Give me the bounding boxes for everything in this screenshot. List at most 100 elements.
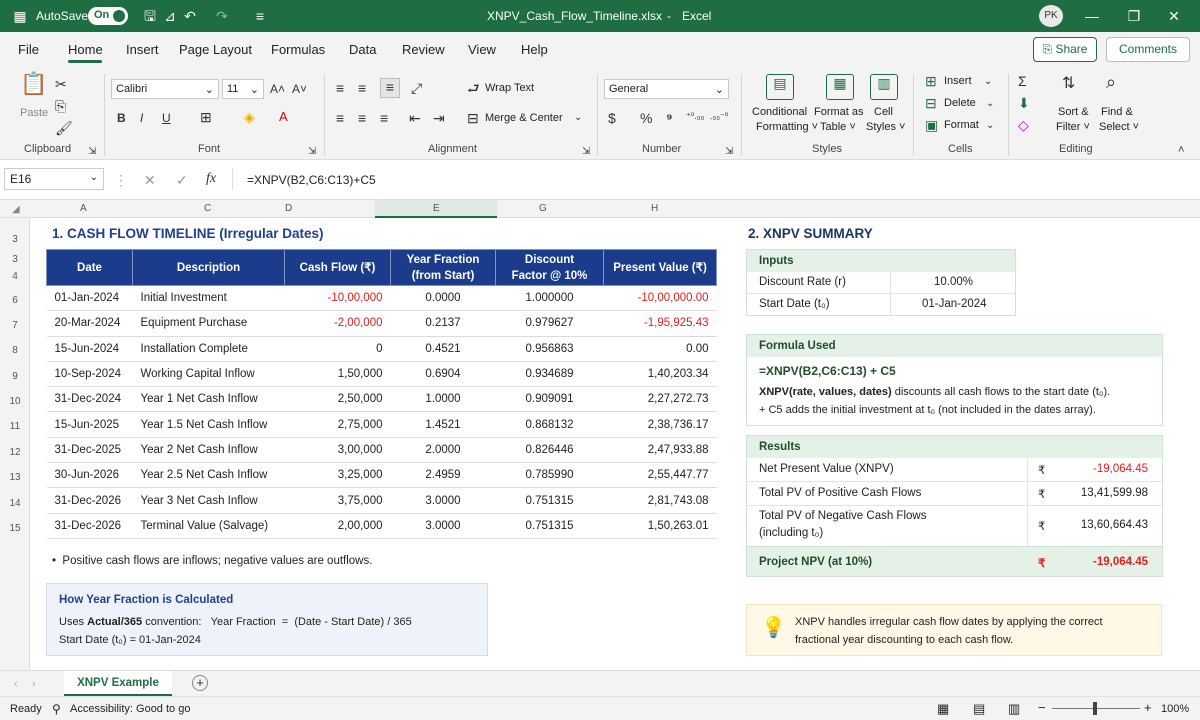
row-header[interactable]: 6 xyxy=(0,295,30,306)
sort-filter-icon[interactable]: ⇅ xyxy=(1062,76,1075,92)
project-npv-value[interactable]: -19,064.45 xyxy=(1093,556,1148,568)
touch-mode-icon[interactable]: ⊿ xyxy=(162,8,178,24)
cell-description[interactable]: Installation Complete xyxy=(132,336,285,362)
cell-year-fraction[interactable]: 2.4959 xyxy=(390,462,496,489)
cell-present-value[interactable]: 2,47,933.88 xyxy=(603,437,717,464)
chevron-down-icon[interactable]: ⌄ xyxy=(984,74,992,90)
cell-date[interactable]: 15-Jun-2024 xyxy=(46,336,133,362)
column-header[interactable]: D xyxy=(285,203,292,214)
dialog-launcher-icon[interactable]: ⇲ xyxy=(308,144,316,160)
cell-description[interactable]: Year 3 Net Cash Inflow xyxy=(132,487,285,514)
font-color-icon[interactable]: A xyxy=(279,109,288,125)
cell-date[interactable]: 10-Sep-2024 xyxy=(46,361,133,388)
cell-cash-flow[interactable]: -10,00,000 xyxy=(284,285,391,312)
close-icon[interactable]: ✕ xyxy=(1164,6,1184,26)
copy-icon[interactable]: ⎘ xyxy=(55,98,66,114)
find-select-label-2[interactable]: Select ˅ xyxy=(1099,121,1139,133)
cell-year-fraction[interactable]: 1.4521 xyxy=(390,411,496,438)
font-size-select[interactable]: 11 ⌄ xyxy=(222,79,264,99)
negative-pv-value[interactable]: 13,60,664.43 xyxy=(1081,519,1148,531)
column-header[interactable]: C xyxy=(204,203,211,214)
normal-view-icon[interactable]: ▦ xyxy=(937,701,949,717)
percent-icon[interactable]: % xyxy=(640,110,652,126)
cut-icon[interactable]: ✂ xyxy=(55,76,67,92)
positive-pv-value[interactable]: 13,41,599.98 xyxy=(1081,487,1148,499)
clear-icon[interactable]: ◇ xyxy=(1018,117,1029,133)
delete-cells-button[interactable]: Delete xyxy=(944,97,976,109)
find-select-label-1[interactable]: Find & xyxy=(1101,106,1133,118)
menu-formulas[interactable]: Formulas xyxy=(271,42,325,57)
minimize-icon[interactable]: — xyxy=(1082,6,1102,26)
cell-present-value[interactable]: 1,40,203.34 xyxy=(603,361,717,388)
cell-styles-label-1[interactable]: Cell xyxy=(874,106,893,118)
cell-discount-factor[interactable]: 0.934689 xyxy=(495,361,604,388)
italic-icon[interactable]: I xyxy=(140,110,143,126)
conditional-formatting-label-2[interactable]: Formatting ˅ xyxy=(756,121,818,133)
menu-help[interactable]: Help xyxy=(521,42,548,57)
comments-button[interactable]: Comments xyxy=(1106,37,1190,62)
cell-description[interactable]: Working Capital Inflow xyxy=(132,361,285,388)
paste-label[interactable]: Paste xyxy=(20,107,48,119)
row-header[interactable]: 3 xyxy=(0,234,30,245)
paste-icon[interactable]: 📋 xyxy=(20,73,47,102)
cell-description[interactable]: Terminal Value (Salvage) xyxy=(132,513,285,539)
wrap-text-button[interactable]: Wrap Text xyxy=(485,82,534,94)
row-header[interactable]: 14 xyxy=(0,498,30,509)
currency-format-icon[interactable]: $ xyxy=(608,110,616,126)
conditional-formatting-icon[interactable]: ▤ xyxy=(766,74,794,100)
cell-cash-flow[interactable]: 3,75,000 xyxy=(284,487,391,514)
number-format-select[interactable]: General ⌄ xyxy=(604,79,729,99)
comma-style-icon[interactable]: ⁹ xyxy=(666,110,673,126)
autosave-toggle[interactable]: On xyxy=(88,7,128,25)
cell-discount-factor[interactable]: 0.956863 xyxy=(495,336,604,362)
cell-present-value[interactable]: 2,55,447.77 xyxy=(603,462,717,489)
cell-date[interactable]: 31-Dec-2025 xyxy=(46,437,133,464)
menu-data[interactable]: Data xyxy=(349,42,376,57)
cell-discount-factor[interactable]: 0.826446 xyxy=(495,437,604,464)
page-break-view-icon[interactable]: ▥ xyxy=(1008,701,1020,717)
accessibility-status[interactable]: Accessibility: Good to go xyxy=(70,703,190,715)
cell-date[interactable]: 31-Dec-2026 xyxy=(46,513,133,539)
menu-review[interactable]: Review xyxy=(402,42,445,57)
cell-discount-factor[interactable]: 0.751315 xyxy=(495,487,604,514)
cell-description[interactable]: Year 2.5 Net Cash Inflow xyxy=(132,462,285,489)
align-left-icon[interactable]: ≡ xyxy=(336,110,344,126)
share-button[interactable]: ⎘ Share xyxy=(1033,37,1097,62)
cell-cash-flow[interactable]: 3,25,000 xyxy=(284,462,391,489)
decrease-font-icon[interactable]: A˅ xyxy=(292,81,307,97)
sheet-tab-xnpv-example[interactable]: XNPV Example xyxy=(64,671,172,697)
cell-cash-flow[interactable]: 2,50,000 xyxy=(284,386,391,413)
name-box[interactable]: E16 ⌄ xyxy=(4,168,104,190)
format-as-table-icon[interactable]: ▦ xyxy=(826,74,854,100)
autosum-icon[interactable]: Σ xyxy=(1018,73,1027,89)
align-center-icon[interactable]: ≡ xyxy=(358,110,366,126)
cell-cash-flow[interactable]: 1,50,000 xyxy=(284,361,391,388)
zoom-out-icon[interactable]: − xyxy=(1038,700,1046,715)
cell-year-fraction[interactable]: 3.0000 xyxy=(390,513,496,539)
menu-view[interactable]: View xyxy=(468,42,496,57)
cell-description[interactable]: Initial Investment xyxy=(132,285,285,312)
zoom-in-icon[interactable]: + xyxy=(1144,700,1152,715)
column-header[interactable]: A xyxy=(80,203,87,214)
menu-file[interactable]: File xyxy=(18,42,39,57)
restore-icon[interactable]: ❐ xyxy=(1124,6,1144,26)
row-header[interactable]: 10 xyxy=(0,396,30,407)
cell-cash-flow[interactable]: -2,00,000 xyxy=(284,310,391,337)
cell-date[interactable]: 15-Jun-2025 xyxy=(46,411,133,438)
row-header[interactable]: 11 xyxy=(0,421,30,432)
insert-cells-button[interactable]: Insert xyxy=(944,75,972,87)
next-sheet-icon[interactable]: › xyxy=(32,676,36,692)
cell-year-fraction[interactable]: 1.0000 xyxy=(390,386,496,413)
cancel-icon[interactable]: ✕ xyxy=(144,172,156,188)
wrap-text-icon[interactable]: ⮐ xyxy=(467,80,480,96)
cell-description[interactable]: Year 1 Net Cash Inflow xyxy=(132,386,285,413)
cell-present-value[interactable]: -1,95,925.43 xyxy=(603,310,717,337)
accessibility-icon[interactable]: ⚲ xyxy=(52,702,61,716)
cell-date[interactable]: 31-Dec-2024 xyxy=(46,386,133,413)
formula-input[interactable]: =XNPV(B2,C6:C13)+C5 xyxy=(247,173,376,187)
row-header[interactable]: 7 xyxy=(0,320,30,331)
save-icon[interactable]: 🖫 xyxy=(142,8,158,24)
cell-year-fraction[interactable]: 0.0000 xyxy=(390,285,496,312)
fill-icon[interactable]: ⬇ xyxy=(1018,95,1030,111)
insert-function-icon[interactable]: fx xyxy=(206,171,216,187)
